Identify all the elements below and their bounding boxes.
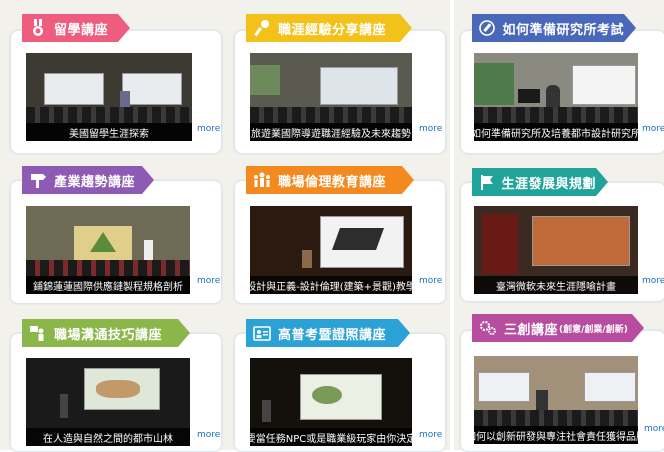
video-caption: 旅遊業國際導遊職涯經驗及未來趨勢 — [250, 123, 412, 141]
tab-label: 留學講座 — [54, 22, 109, 38]
tab-label: 高普考暨證照講座 — [278, 327, 387, 343]
more-link-industry-trends[interactable]: more — [197, 276, 220, 286]
tab-graduate-exam[interactable]: 如何準備研究所考試 — [472, 14, 636, 42]
tab-label: 生涯發展與規劃 — [501, 176, 596, 192]
signpost-icon — [28, 170, 48, 190]
gears-icon — [478, 318, 498, 338]
medal-icon — [28, 18, 48, 38]
tab-career-experience[interactable]: 職涯經驗分享講座 — [246, 14, 412, 42]
video-caption: 在人造與自然之間的都市山林 — [26, 428, 190, 446]
more-link-workplace-ethics[interactable]: more — [419, 276, 442, 286]
video-caption: 要當任務NPC或是職業級玩家由你決定 — [250, 428, 412, 446]
tab-label: 職場溝通技巧講座 — [54, 327, 163, 343]
flag-icon — [478, 172, 495, 192]
more-link-career-planning[interactable]: more — [642, 276, 664, 286]
video-thumbnail-civil-exam-certificate[interactable]: 要當任務NPC或是職業級玩家由你決定 — [250, 358, 412, 446]
video-thumbnail-career-planning[interactable]: 臺灣微軟未來生涯隱喻計畫 — [474, 206, 638, 294]
people-icon — [252, 170, 272, 190]
video-thumbnail-career-experience[interactable]: 旅遊業國際導遊職涯經驗及未來趨勢 — [250, 53, 412, 141]
tab-label: 職場倫理教育講座 — [278, 174, 387, 190]
video-caption: 臺灣微軟未來生涯隱喻計畫 — [474, 276, 638, 294]
chat-person-icon — [28, 323, 48, 343]
more-link-innovation[interactable]: more — [644, 424, 664, 434]
more-link-study-abroad[interactable]: more — [197, 124, 220, 134]
video-caption: 鋪錦蓮蓮國際供應鏈製程規格剖析 — [26, 276, 190, 294]
video-thumbnail-workplace-ethics[interactable]: 設計與正義-設計倫理(建築+景觀)教學 — [250, 206, 412, 294]
more-link-graduate-exam[interactable]: more — [642, 124, 664, 134]
more-link-communication-skills[interactable]: more — [197, 430, 220, 440]
tab-label: 職涯經驗分享講座 — [278, 22, 387, 38]
tab-civil-exam-certificate[interactable]: 高普考暨證照講座 — [246, 319, 410, 347]
more-link-career-experience[interactable]: more — [419, 124, 442, 134]
tab-communication-skills[interactable]: 職場溝通技巧講座 — [22, 319, 190, 347]
tab-career-planning[interactable]: 生涯發展與規劃 — [472, 168, 608, 196]
tab-study-abroad[interactable]: 留學講座 — [22, 14, 130, 42]
tab-label: 產業趨勢講座 — [54, 174, 136, 190]
video-caption: 如何以創新研發與專注社會責任獲得品牌 — [474, 426, 638, 444]
video-thumbnail-innovation[interactable]: 如何以創新研發與專注社會責任獲得品牌 — [474, 356, 638, 444]
tab-industry-trends[interactable]: 產業趨勢講座 — [22, 166, 154, 194]
id-card-icon — [252, 323, 272, 343]
video-thumbnail-industry-trends[interactable]: 鋪錦蓮蓮國際供應鏈製程規格剖析 — [26, 206, 190, 294]
tab-innovation[interactable]: 三創講座 (創意/創業/創新) — [472, 314, 644, 342]
more-link-civil-exam-certificate[interactable]: more — [419, 430, 442, 440]
tab-label: 三創講座 — [504, 322, 559, 338]
video-caption: 如何準備研究所及培養都市設計研究所 — [474, 123, 638, 141]
video-caption: 設計與正義-設計倫理(建築+景觀)教學 — [250, 276, 412, 294]
video-thumbnail-study-abroad[interactable]: 美國留學生涯探索 — [26, 53, 192, 141]
tab-workplace-ethics[interactable]: 職場倫理教育講座 — [246, 166, 414, 194]
video-caption: 美國留學生涯探索 — [26, 123, 192, 141]
tab-label: 如何準備研究所考試 — [502, 22, 624, 38]
tab-label-suffix: (創意/創業/創新) — [559, 324, 628, 335]
video-thumbnail-graduate-exam[interactable]: 如何準備研究所及培養都市設計研究所 — [474, 53, 638, 141]
video-thumbnail-communication-skills[interactable]: 在人造與自然之間的都市山林 — [26, 358, 190, 446]
microphone-icon — [252, 18, 272, 38]
pencil-icon — [478, 18, 496, 38]
